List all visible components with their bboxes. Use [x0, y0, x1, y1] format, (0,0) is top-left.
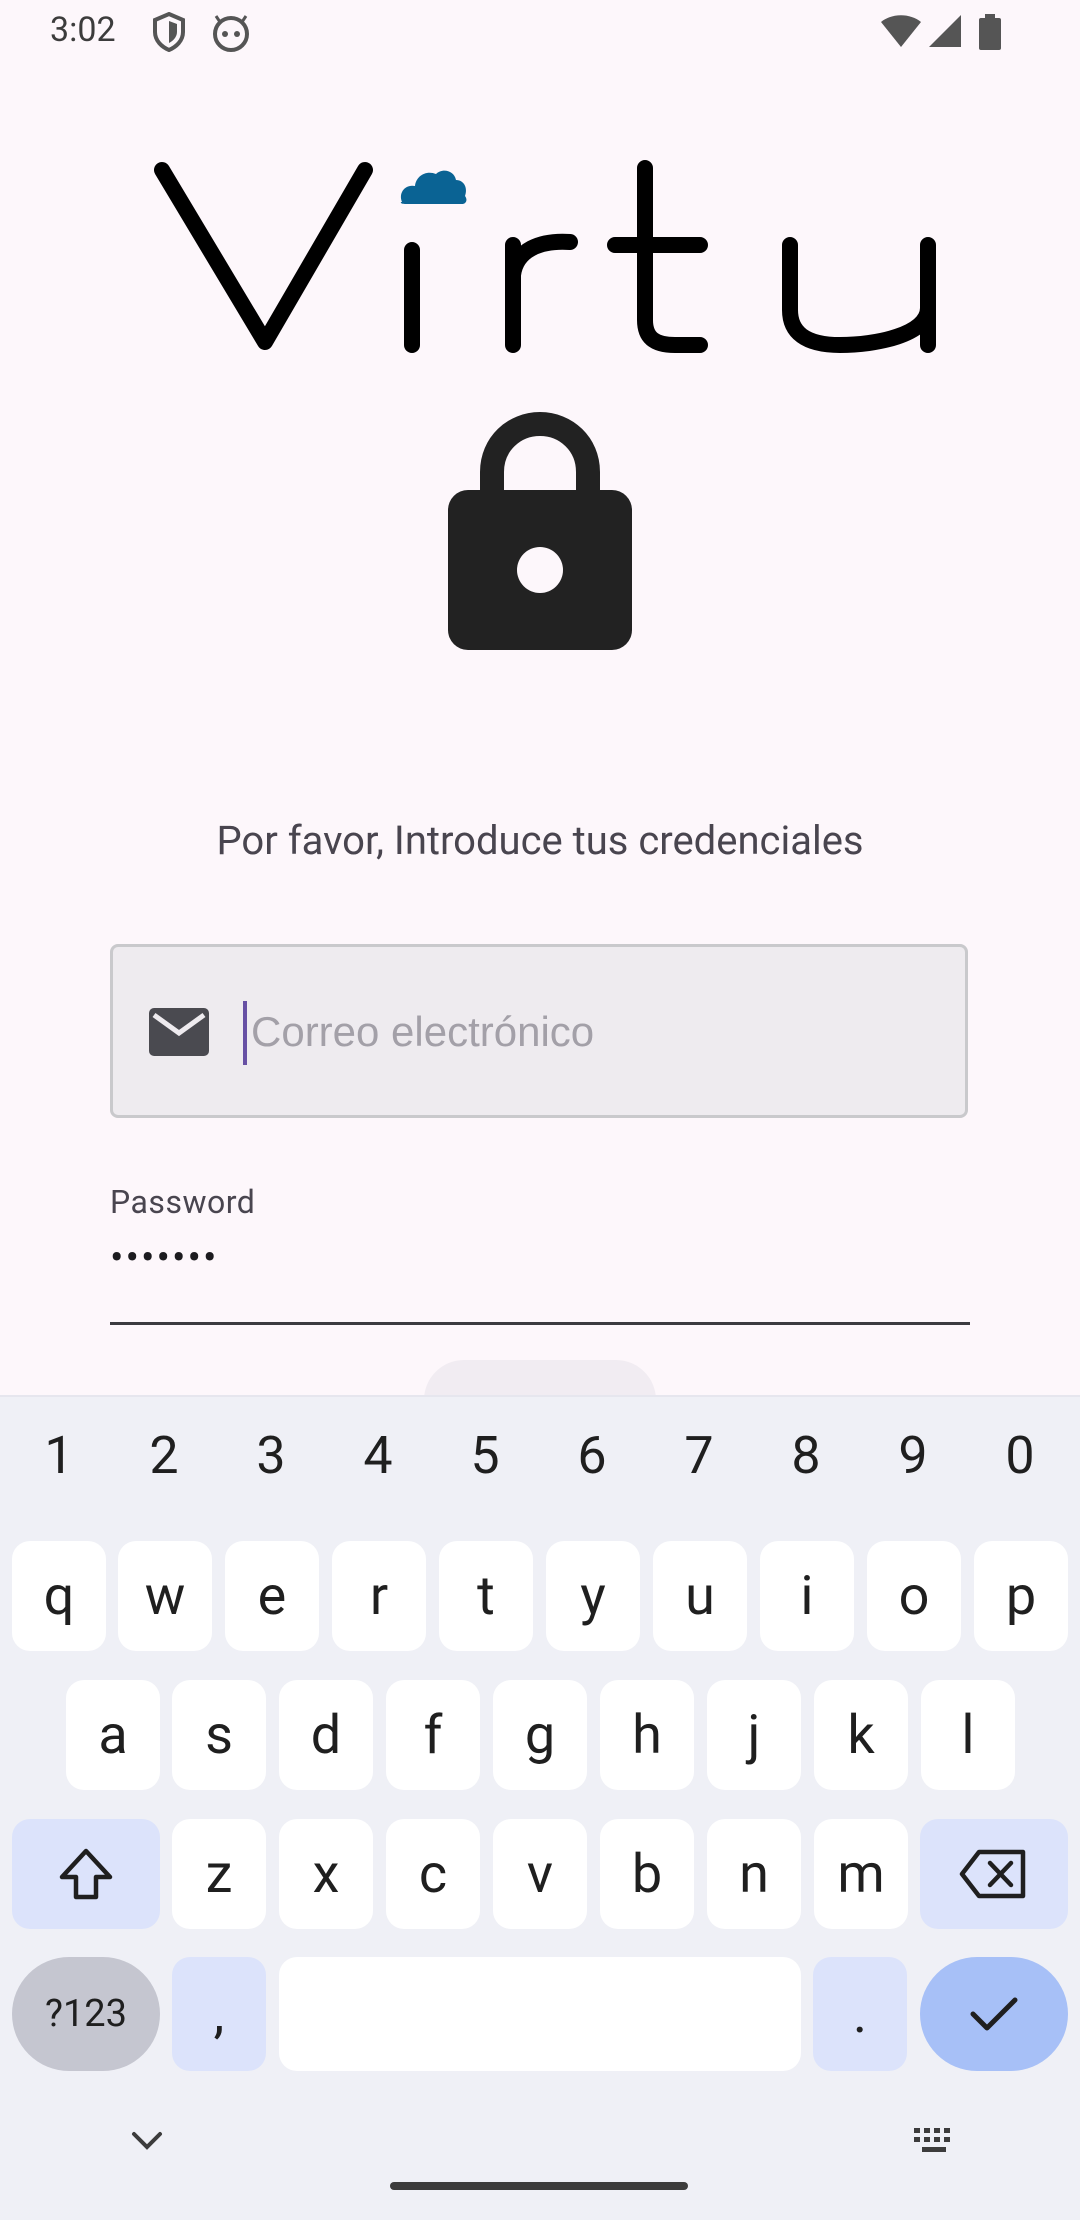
- key-m[interactable]: m: [814, 1819, 908, 1929]
- cloud-icon: [400, 170, 467, 204]
- email-input[interactable]: [249, 991, 913, 1073]
- backspace-key[interactable]: [920, 1819, 1068, 1929]
- key-u[interactable]: u: [653, 1541, 747, 1651]
- key-b[interactable]: b: [600, 1819, 694, 1929]
- virtu-logo: [154, 160, 936, 354]
- key-s[interactable]: s: [172, 1680, 266, 1790]
- key-e[interactable]: e: [225, 1541, 319, 1651]
- backspace-icon: [959, 1849, 1026, 1899]
- key-a[interactable]: a: [66, 1680, 160, 1790]
- key-r[interactable]: r: [332, 1541, 426, 1651]
- space-key[interactable]: [279, 1957, 801, 2071]
- key-1[interactable]: 1: [24, 1425, 94, 1486]
- home-indicator[interactable]: [390, 2182, 688, 2190]
- key-p[interactable]: p: [974, 1541, 1068, 1651]
- key-9[interactable]: 9: [878, 1425, 948, 1486]
- key-3[interactable]: 3: [236, 1425, 306, 1486]
- keyboard-switch-icon[interactable]: [912, 2126, 956, 2156]
- key-n[interactable]: n: [707, 1819, 801, 1929]
- key-f[interactable]: f: [386, 1680, 480, 1790]
- shift-key[interactable]: [12, 1819, 160, 1929]
- key-i[interactable]: i: [760, 1541, 854, 1651]
- key-c[interactable]: c: [386, 1819, 480, 1929]
- lock-icon: [448, 411, 632, 650]
- key-j[interactable]: j: [707, 1680, 801, 1790]
- symbols-key[interactable]: ?123: [12, 1957, 160, 2071]
- key-v[interactable]: v: [493, 1819, 587, 1929]
- key-l[interactable]: l: [921, 1680, 1015, 1790]
- key-8[interactable]: 8: [771, 1425, 841, 1486]
- shift-icon: [59, 1848, 113, 1900]
- key-k[interactable]: k: [814, 1680, 908, 1790]
- period-key[interactable]: .: [813, 1957, 907, 2071]
- key-5[interactable]: 5: [450, 1425, 520, 1486]
- keyboard-divider: [0, 1395, 1080, 1397]
- key-t[interactable]: t: [439, 1541, 533, 1651]
- wifi-icon: [881, 15, 921, 47]
- key-7[interactable]: 7: [664, 1425, 734, 1486]
- key-o[interactable]: o: [867, 1541, 961, 1651]
- key-d[interactable]: d: [279, 1680, 373, 1790]
- key-z[interactable]: z: [172, 1819, 266, 1929]
- mail-icon: [149, 1008, 209, 1056]
- key-0[interactable]: 0: [985, 1425, 1055, 1486]
- text-cursor: [243, 1001, 247, 1065]
- key-h[interactable]: h: [600, 1680, 694, 1790]
- keyboard-bottom-bar: [0, 2090, 1080, 2220]
- number-row: 1 2 3 4 5 6 7 8 9 0: [0, 1425, 1080, 1505]
- checkmark-icon: [970, 1997, 1018, 2031]
- status-time: 3:02: [50, 10, 116, 50]
- chevron-down-icon[interactable]: [130, 2130, 164, 2152]
- done-key[interactable]: [920, 1957, 1068, 2071]
- key-6[interactable]: 6: [557, 1425, 627, 1486]
- shield-icon: [153, 12, 185, 52]
- credentials-prompt: Por favor, Introduce tus credenciales: [216, 817, 864, 864]
- battery-icon: [979, 14, 1001, 50]
- cell-signal-icon: [929, 15, 961, 47]
- email-field[interactable]: [110, 944, 968, 1118]
- key-y[interactable]: y: [546, 1541, 640, 1651]
- password-label: Password: [110, 1183, 256, 1221]
- key-q[interactable]: q: [12, 1541, 106, 1651]
- key-g[interactable]: g: [493, 1680, 587, 1790]
- key-x[interactable]: x: [279, 1819, 373, 1929]
- password-input[interactable]: •••••••: [110, 1234, 218, 1281]
- key-w[interactable]: w: [118, 1541, 212, 1651]
- password-underline: [110, 1322, 970, 1325]
- key-2[interactable]: 2: [129, 1425, 199, 1486]
- soft-keyboard: 1 2 3 4 5 6 7 8 9 0 q w e r t y u i o p …: [0, 1395, 1080, 2220]
- android-head-icon: [213, 15, 249, 52]
- status-bar: 3:02: [0, 0, 1080, 66]
- comma-key[interactable]: ,: [172, 1957, 266, 2071]
- key-4[interactable]: 4: [343, 1425, 413, 1486]
